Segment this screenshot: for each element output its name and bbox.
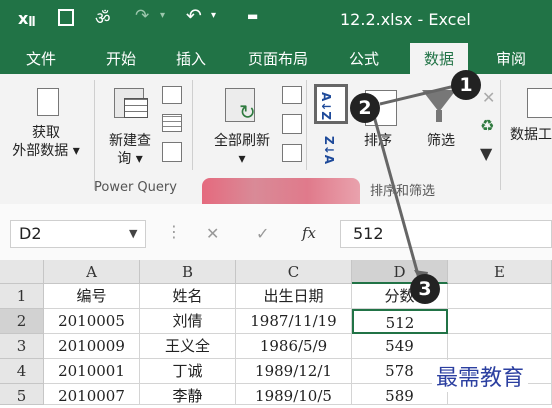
arrow-to-cell bbox=[372, 115, 422, 283]
annotation-arrows bbox=[372, 84, 456, 288]
step-badge-2: 2 bbox=[350, 93, 380, 123]
step-badge-1: 1 bbox=[451, 70, 481, 100]
watermark: 最需教育 bbox=[432, 360, 529, 392]
arrow-to-filter bbox=[379, 84, 456, 106]
step-badge-3: 3 bbox=[410, 274, 440, 304]
